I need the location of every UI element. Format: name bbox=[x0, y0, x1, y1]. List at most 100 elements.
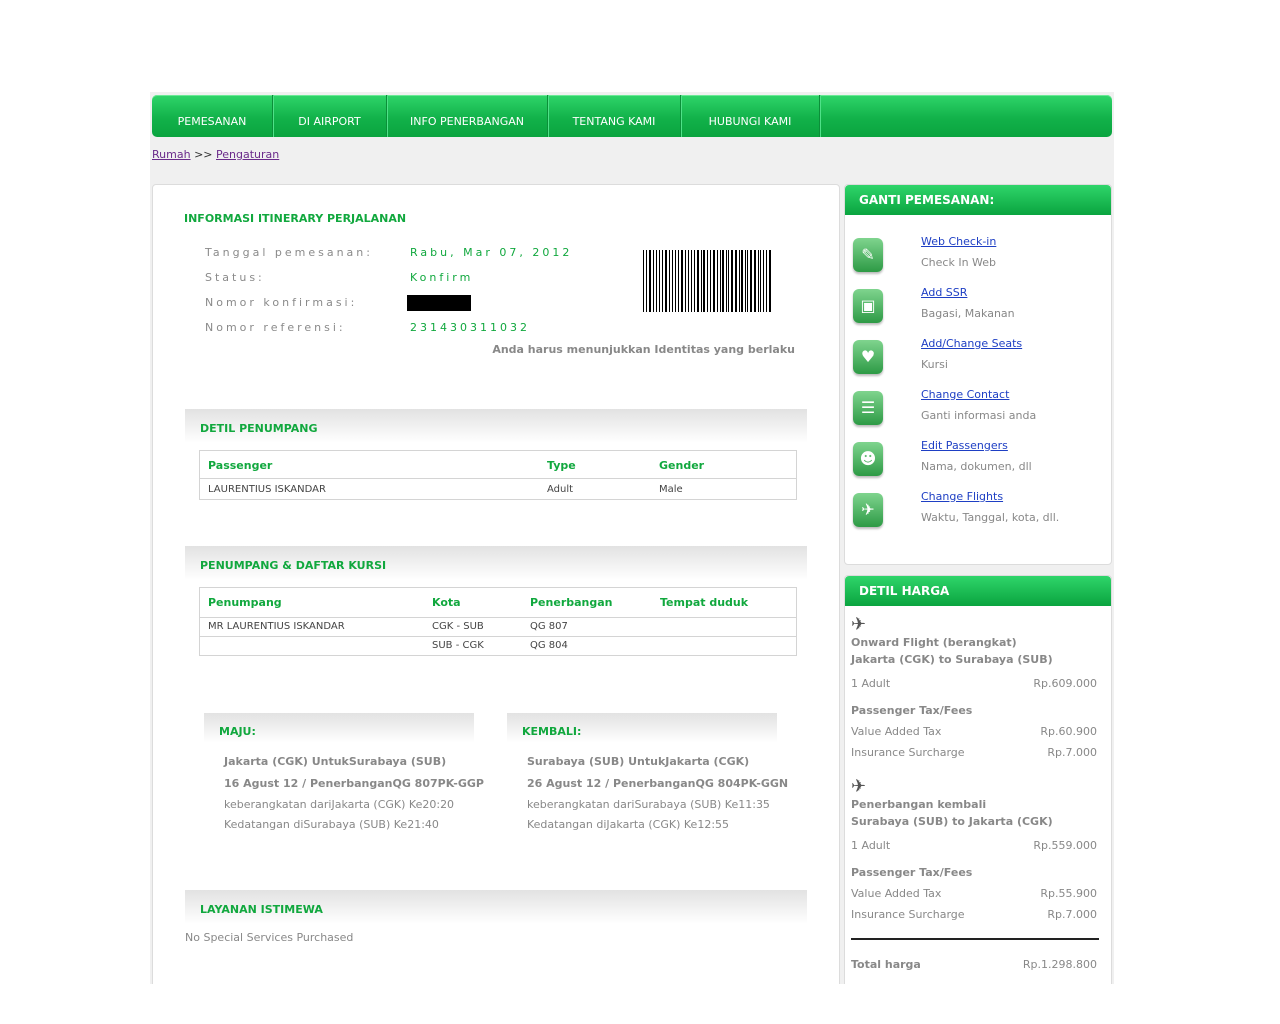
special-services-header: LAYANAN ISTIMEWA bbox=[185, 890, 807, 924]
onward-arrival: Kedatangan diSurabaya (SUB) Ke21:40 bbox=[224, 818, 439, 831]
seats-row1-passenger: MR LAURENTIUS ISKANDAR bbox=[208, 621, 345, 632]
return-vat-label: Value Added Tax bbox=[851, 887, 942, 900]
barcode-bar bbox=[649, 250, 652, 312]
seats-row2-flight: QG 804 bbox=[530, 640, 568, 651]
passenger-table: Passenger Type Gender LAURENTIUS ISKANDA… bbox=[199, 450, 797, 500]
change-contact-desc: Ganti informasi anda bbox=[921, 409, 1037, 422]
change-seats-link[interactable]: Add/Change Seats bbox=[921, 337, 1022, 350]
barcode-bar bbox=[700, 250, 702, 312]
edit-passengers-link[interactable]: Edit Passengers bbox=[921, 439, 1008, 452]
onward-insurance-row: Insurance Surcharge Rp.7.000 bbox=[851, 746, 1097, 759]
nav-item-di-airport[interactable]: DI AIRPORT bbox=[273, 95, 387, 137]
barcode-bar bbox=[696, 250, 699, 312]
change-flights-desc: Waktu, Tanggal, kota, dll. bbox=[921, 511, 1060, 524]
onward-insurance-label: Insurance Surcharge bbox=[851, 746, 965, 759]
seats-row1-city: CGK - SUB bbox=[432, 621, 484, 632]
onward-tax-title: Passenger Tax/Fees bbox=[851, 704, 973, 717]
web-checkin-desc: Check In Web bbox=[921, 256, 997, 269]
seats-row1-flight: QG 807 bbox=[530, 621, 568, 632]
onward-vat-label: Value Added Tax bbox=[851, 725, 942, 738]
return-route: Surabaya (SUB) UntukJakarta (CGK) bbox=[527, 755, 750, 768]
return-price-heading: Penerbangan kembali bbox=[851, 798, 987, 811]
contact-icon[interactable]: ☰ bbox=[853, 391, 883, 425]
return-arrival: Kedatangan diJakarta (CGK) Ke12:55 bbox=[527, 818, 730, 831]
web-checkin-link[interactable]: Web Check-in bbox=[921, 235, 996, 248]
nav-item-pemesanan[interactable]: PEMESANAN bbox=[152, 95, 273, 137]
passenger-name-cell: LAURENTIUS ISKANDAR bbox=[208, 484, 326, 495]
barcode-bar bbox=[728, 250, 730, 312]
barcode-bar bbox=[750, 250, 752, 312]
total-value: Rp.1.298.800 bbox=[1022, 958, 1097, 971]
barcode-image bbox=[643, 250, 773, 312]
return-adult-value: Rp.559.000 bbox=[1033, 839, 1097, 852]
passenger-type-cell: Adult bbox=[547, 484, 574, 495]
nav-item-info-penerbangan[interactable]: INFO PENERBANGAN bbox=[387, 95, 548, 137]
onward-route: Jakarta (CGK) UntukSurabaya (SUB) bbox=[224, 755, 447, 768]
status-label: Status: bbox=[205, 271, 265, 284]
total-divider bbox=[851, 938, 1099, 940]
barcode-bar bbox=[722, 250, 724, 312]
seats-table: Penumpang Kota Penerbangan Tempat duduk … bbox=[199, 587, 797, 656]
barcode-bar bbox=[744, 250, 746, 312]
change-contact-link[interactable]: Change Contact bbox=[921, 388, 1009, 401]
option-add-ssr: ▣ Add SSR Bagasi, Makanan bbox=[851, 286, 1101, 330]
confirmation-number-label: Nomor konfirmasi: bbox=[205, 296, 358, 309]
change-flights-link[interactable]: Change Flights bbox=[921, 490, 1003, 503]
onward-adult-label: 1 Adult bbox=[851, 677, 891, 690]
barcode-bar bbox=[706, 250, 709, 312]
nav-item-tentang-kami[interactable]: TENTANG KAMI bbox=[548, 95, 681, 137]
plane-icon: ✈ bbox=[851, 776, 867, 797]
barcode-bar bbox=[712, 250, 715, 312]
passenger-header-name: Passenger bbox=[208, 459, 273, 472]
return-adult-row: 1 Adult Rp.559.000 bbox=[851, 839, 1097, 852]
total-row: Total harga Rp.1.298.800 bbox=[851, 958, 1097, 971]
reference-number-value: 231430311032 bbox=[410, 321, 530, 334]
option-change-seats: ♥ Add/Change Seats Kursi bbox=[851, 337, 1101, 381]
seats-header-passenger: Penumpang bbox=[208, 596, 282, 609]
option-edit-passengers: ☻ Edit Passengers Nama, dokumen, dll bbox=[851, 439, 1101, 483]
nav-item-hubungi-kami[interactable]: HUBUNGI KAMI bbox=[681, 95, 820, 137]
plane-icon: ✈ bbox=[851, 614, 867, 635]
add-ssr-desc: Bagasi, Makanan bbox=[921, 307, 1015, 320]
option-change-contact: ☰ Change Contact Ganti informasi anda bbox=[851, 388, 1101, 432]
passenger-header-gender: Gender bbox=[659, 459, 705, 472]
barcode-bar bbox=[643, 250, 645, 312]
barcode-bar bbox=[661, 250, 663, 312]
barcode-bar bbox=[757, 250, 759, 312]
change-booking-box: GANTI PEMESANAN: ✎ Web Check-in Check In… bbox=[844, 184, 1112, 565]
itinerary-panel: INFORMASI ITINERARY PERJALANAN Tanggal p… bbox=[152, 184, 840, 984]
reference-number-label: Nomor referensi: bbox=[205, 321, 346, 334]
return-insurance-value: Rp.7.000 bbox=[1047, 908, 1097, 921]
main-nav: PEMESANAN DI AIRPORT INFO PENERBANGAN TE… bbox=[152, 95, 1112, 137]
barcode-bar bbox=[747, 250, 749, 312]
breadcrumb-home-link[interactable]: Rumah bbox=[152, 148, 191, 161]
special-services-text: No Special Services Purchased bbox=[185, 931, 354, 944]
barcode-bar bbox=[703, 250, 705, 312]
add-ssr-link[interactable]: Add SSR bbox=[921, 286, 967, 299]
return-departure: keberangkatan dariSurabaya (SUB) Ke11:35 bbox=[527, 798, 770, 811]
seats-row2-city: SUB - CGK bbox=[432, 640, 484, 651]
breadcrumb-current-link[interactable]: Pengaturan bbox=[216, 148, 279, 161]
passengers-icon[interactable]: ☻ bbox=[853, 442, 883, 476]
barcode-bar bbox=[680, 250, 684, 312]
total-label: Total harga bbox=[851, 958, 921, 971]
booking-date-label: Tanggal pemesanan: bbox=[205, 246, 373, 259]
passenger-section-title: DETIL PENUMPANG bbox=[200, 422, 318, 435]
barcode-bar bbox=[731, 250, 734, 312]
onward-vat-value: Rp.60.900 bbox=[1040, 725, 1097, 738]
checkin-icon[interactable]: ✎ bbox=[853, 238, 883, 272]
price-details-title: DETIL HARGA bbox=[845, 576, 1111, 606]
return-tax-title: Passenger Tax/Fees bbox=[851, 866, 973, 879]
option-change-flights: ✈ Change Flights Waktu, Tanggal, kota, d… bbox=[851, 490, 1101, 534]
seats-section-header: PENUMPANG & DAFTAR KURSI bbox=[185, 546, 807, 580]
barcode-bar bbox=[725, 250, 727, 312]
itinerary-title: INFORMASI ITINERARY PERJALANAN bbox=[184, 212, 407, 225]
luggage-icon[interactable]: ▣ bbox=[853, 289, 883, 323]
barcode-bar bbox=[687, 250, 690, 312]
flights-icon[interactable]: ✈ bbox=[853, 493, 883, 527]
id-requirement-note: Anda harus menunjukkan Identitas yang be… bbox=[492, 343, 795, 356]
change-seats-desc: Kursi bbox=[921, 358, 948, 371]
table-divider bbox=[200, 636, 796, 637]
seat-icon[interactable]: ♥ bbox=[853, 340, 883, 374]
return-insurance-label: Insurance Surcharge bbox=[851, 908, 965, 921]
